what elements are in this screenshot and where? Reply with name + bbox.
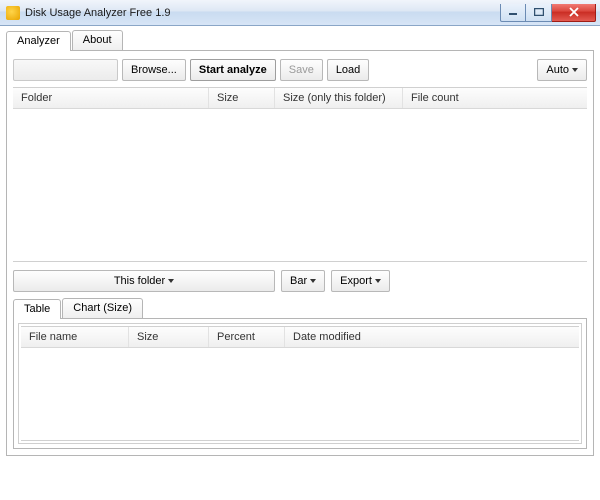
col-size-this[interactable]: Size (only this folder)	[275, 88, 403, 108]
col-size[interactable]: Size	[209, 88, 275, 108]
mid-controls: This folder Bar Export	[13, 262, 587, 298]
close-button[interactable]	[552, 4, 596, 22]
bar-dropdown[interactable]: Bar	[281, 270, 325, 292]
col-file-size[interactable]: Size	[129, 327, 209, 347]
auto-label: Auto	[546, 64, 569, 76]
folder-listview[interactable]: Folder Size Size (only this folder) File…	[13, 87, 587, 262]
folder-list-body	[13, 109, 587, 261]
save-button[interactable]: Save	[280, 59, 323, 81]
col-file-name[interactable]: File name	[21, 327, 129, 347]
auto-dropdown[interactable]: Auto	[537, 59, 587, 81]
chevron-down-icon	[168, 279, 174, 283]
file-list-header: File name Size Percent Date modified	[21, 327, 579, 348]
browse-button[interactable]: Browse...	[122, 59, 186, 81]
app-icon	[6, 6, 20, 20]
maximize-button[interactable]	[526, 4, 552, 22]
col-percent[interactable]: Percent	[209, 327, 285, 347]
load-button[interactable]: Load	[327, 59, 369, 81]
main-tabs: Analyzer About Browse... Start analyze S…	[6, 30, 594, 456]
tab-table[interactable]: Table	[13, 299, 61, 319]
col-date-modified[interactable]: Date modified	[285, 327, 395, 347]
chevron-down-icon	[310, 279, 316, 283]
file-listview[interactable]: File name Size Percent Date modified	[21, 326, 579, 441]
col-folder[interactable]: Folder	[13, 88, 209, 108]
this-folder-dropdown[interactable]: This folder	[13, 270, 275, 292]
window-title: Disk Usage Analyzer Free 1.9	[25, 7, 171, 19]
bar-label: Bar	[290, 275, 307, 287]
tab-analyzer[interactable]: Analyzer	[6, 31, 71, 51]
analyzer-toolbar: Browse... Start analyze Save Load Auto	[13, 57, 587, 87]
chevron-down-icon	[572, 68, 578, 72]
export-dropdown[interactable]: Export	[331, 270, 390, 292]
file-list-body	[21, 348, 579, 440]
export-label: Export	[340, 275, 372, 287]
window-titlebar: Disk Usage Analyzer Free 1.9	[0, 0, 600, 26]
tab-chart-size[interactable]: Chart (Size)	[62, 298, 143, 318]
start-analyze-button[interactable]: Start analyze	[190, 59, 276, 81]
path-input[interactable]	[13, 59, 118, 81]
col-file-count[interactable]: File count	[403, 88, 481, 108]
chevron-down-icon	[375, 279, 381, 283]
minimize-button[interactable]	[500, 4, 526, 22]
this-folder-label: This folder	[114, 275, 165, 287]
detail-tabs: Table Chart (Size) File name Size Percen…	[13, 298, 587, 449]
folder-list-header: Folder Size Size (only this folder) File…	[13, 88, 587, 109]
tab-about[interactable]: About	[72, 30, 123, 50]
